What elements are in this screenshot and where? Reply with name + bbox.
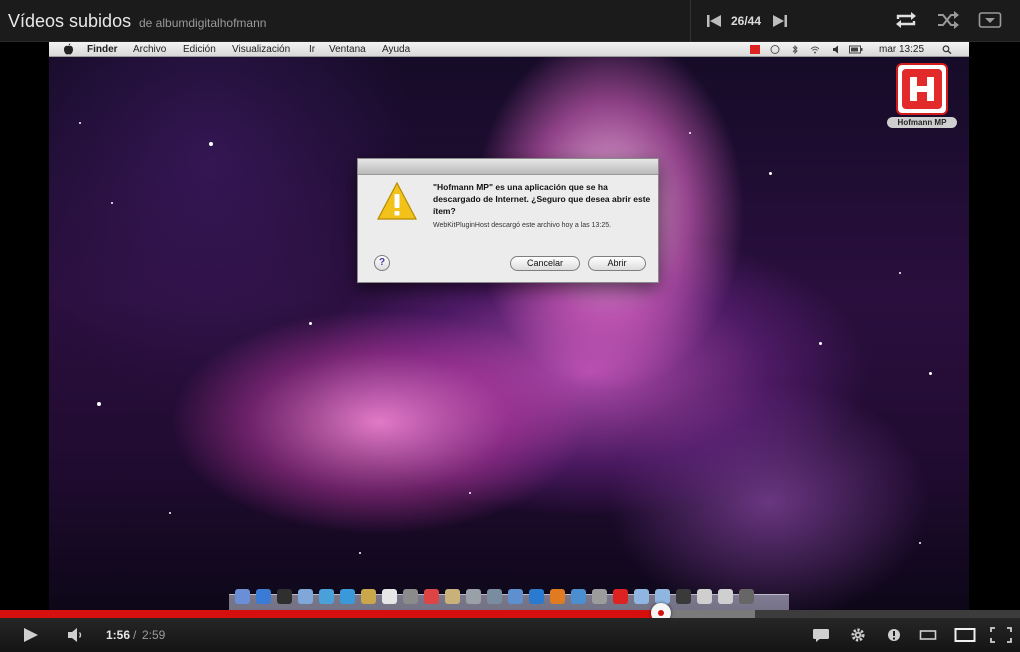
star bbox=[309, 322, 312, 325]
large-player-icon[interactable] bbox=[954, 627, 976, 643]
dock-app-icon[interactable] bbox=[256, 589, 271, 604]
open-button[interactable]: Abrir bbox=[588, 256, 646, 271]
dialog-titlebar bbox=[358, 159, 658, 175]
annotations-icon[interactable] bbox=[885, 627, 903, 643]
star bbox=[169, 512, 171, 514]
star bbox=[899, 272, 901, 274]
time-machine-icon[interactable] bbox=[770, 45, 780, 54]
dock-app-icon[interactable] bbox=[361, 589, 376, 604]
captions-icon[interactable] bbox=[812, 627, 830, 643]
duration: 2:59 bbox=[142, 628, 166, 642]
previous-icon[interactable] bbox=[706, 14, 722, 28]
mac-menubar: Finder Archivo Edición Visualización Ir … bbox=[49, 42, 969, 57]
dock-app-icon[interactable] bbox=[592, 589, 607, 604]
dock-app-icon[interactable] bbox=[319, 589, 334, 604]
hofmann-app-label: Hofmann MP bbox=[887, 117, 957, 128]
play-icon[interactable] bbox=[22, 627, 40, 643]
dock-app-icon[interactable] bbox=[529, 589, 544, 604]
progress-played bbox=[0, 610, 661, 618]
bluetooth-icon[interactable] bbox=[790, 45, 800, 54]
star bbox=[769, 172, 772, 175]
dock-app-icon[interactable] bbox=[298, 589, 313, 604]
dialog-message: "Hofmann MP" es una aplicación que se ha… bbox=[433, 182, 651, 216]
dialog-detail: WebKitPluginHost descargó este archivo h… bbox=[433, 222, 612, 229]
small-player-icon[interactable] bbox=[919, 627, 937, 643]
playlist-bar: Vídeos subidos de albumdigitalhofmann 26… bbox=[0, 0, 1020, 42]
apple-icon[interactable] bbox=[63, 43, 74, 55]
cancel-button[interactable]: Cancelar bbox=[510, 256, 580, 271]
menubar-clock: mar 13:25 bbox=[879, 44, 925, 55]
playlist-title[interactable]: Vídeos subidos bbox=[8, 11, 131, 32]
star bbox=[689, 132, 691, 134]
battery-icon[interactable] bbox=[849, 45, 863, 54]
app-status-icon[interactable] bbox=[750, 45, 760, 54]
hofmann-h-icon bbox=[910, 77, 934, 101]
hofmann-logo bbox=[902, 69, 942, 109]
youtube-player: Vídeos subidos de albumdigitalhofmann 26… bbox=[0, 0, 1020, 652]
volume-menu-icon[interactable] bbox=[832, 45, 842, 54]
divider bbox=[690, 0, 691, 42]
hofmann-app-icon[interactable] bbox=[896, 63, 948, 115]
security-alert-dialog: "Hofmann MP" es una aplicación que se ha… bbox=[357, 158, 659, 283]
dock-app-icon[interactable] bbox=[655, 589, 670, 604]
menu-edicion[interactable]: Edición bbox=[183, 44, 216, 55]
dock-app-icon[interactable] bbox=[508, 589, 523, 604]
dock-app-icon[interactable] bbox=[487, 589, 502, 604]
dock-app-icon[interactable] bbox=[403, 589, 418, 604]
progress-bar[interactable] bbox=[0, 610, 1020, 618]
dock-app-icon[interactable] bbox=[697, 589, 712, 604]
menu-ayuda[interactable]: Ayuda bbox=[382, 44, 410, 55]
settings-icon[interactable] bbox=[849, 627, 867, 643]
menu-ir[interactable]: Ir bbox=[309, 44, 315, 55]
dock-app-icon[interactable] bbox=[550, 589, 565, 604]
warning-icon bbox=[377, 181, 417, 220]
star bbox=[469, 492, 471, 494]
help-icon[interactable]: ? bbox=[374, 255, 390, 271]
dock-app-icon[interactable] bbox=[613, 589, 628, 604]
star bbox=[819, 342, 822, 345]
star bbox=[209, 142, 213, 146]
dock-app-icon[interactable] bbox=[340, 589, 355, 604]
playlist-owner[interactable]: de albumdigitalhofmann bbox=[139, 16, 266, 30]
time-separator: / bbox=[133, 628, 137, 642]
dock-app-icon[interactable] bbox=[718, 589, 733, 604]
dock-app-icon[interactable] bbox=[634, 589, 649, 604]
menu-archivo[interactable]: Archivo bbox=[133, 44, 166, 55]
menu-finder[interactable]: Finder bbox=[87, 44, 118, 55]
menu-ventana[interactable]: Ventana bbox=[329, 44, 366, 55]
dock-app-icon[interactable] bbox=[277, 589, 292, 604]
menu-visualizacion[interactable]: Visualización bbox=[232, 44, 290, 55]
spotlight-icon[interactable] bbox=[942, 45, 952, 54]
playlist-position: 26/44 bbox=[731, 14, 762, 28]
star bbox=[79, 122, 81, 124]
player-controls: 1:56 / 2:59 bbox=[0, 618, 1020, 652]
star bbox=[929, 372, 932, 375]
star bbox=[359, 552, 361, 554]
volume-icon[interactable] bbox=[67, 627, 85, 643]
video-frame[interactable]: Finder Archivo Edición Visualización Ir … bbox=[49, 42, 969, 610]
fullscreen-icon[interactable] bbox=[990, 627, 1012, 643]
dock-app-icon[interactable] bbox=[382, 589, 397, 604]
shuffle-icon[interactable] bbox=[936, 10, 960, 30]
dock-app-icon[interactable] bbox=[424, 589, 439, 604]
dock-app-icon[interactable] bbox=[466, 589, 481, 604]
star bbox=[97, 402, 101, 406]
dock-app-icon[interactable] bbox=[739, 589, 754, 604]
dock-app-icon[interactable] bbox=[676, 589, 691, 604]
dock-app-icon[interactable] bbox=[571, 589, 586, 604]
dock-app-icon[interactable] bbox=[445, 589, 460, 604]
next-icon[interactable] bbox=[772, 14, 788, 28]
loop-icon[interactable] bbox=[894, 10, 918, 30]
playlist-toggle-icon[interactable] bbox=[978, 10, 1002, 30]
dock-app-icon[interactable] bbox=[235, 589, 250, 604]
star bbox=[919, 542, 921, 544]
star bbox=[111, 202, 113, 204]
current-time: 1:56 bbox=[106, 628, 131, 642]
wifi-icon[interactable] bbox=[810, 45, 820, 54]
